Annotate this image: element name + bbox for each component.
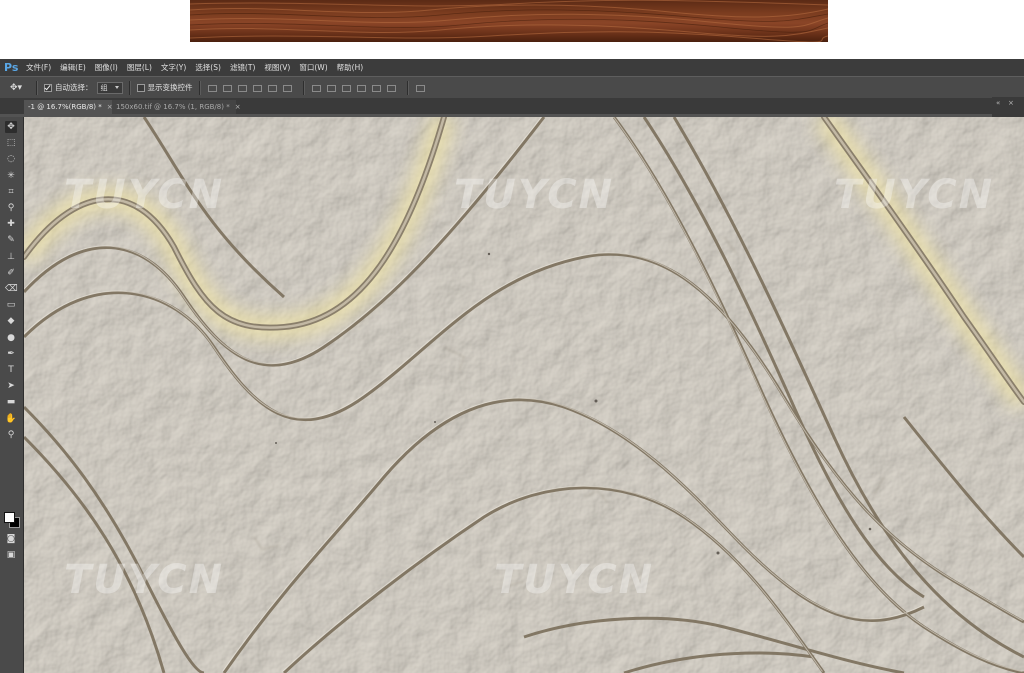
foreground-color-swatch[interactable]	[4, 512, 15, 523]
options-bar: ✥▾ 自动选择： 组 显示变换控件	[0, 76, 1024, 99]
auto-select-checkbox[interactable]	[44, 83, 52, 92]
align-right-edges-icon[interactable]	[282, 83, 292, 92]
show-transform-label: 显示变换控件	[147, 83, 193, 92]
auto-select-dropdown[interactable]: 组	[96, 81, 123, 94]
divider	[406, 80, 409, 95]
gradient-tool-icon[interactable]: ▭	[5, 299, 17, 311]
tab-label: 150x60.tif @ 16.7% (1, RGB/8) *	[116, 103, 230, 111]
photoshop-window: Ps 文件(F) 编辑(E) 图像(I) 图层(L) 文字(Y) 选择(S) 滤…	[0, 59, 1024, 673]
document-tab-bar: -1 @ 16.7%(RGB/8) * × 150x60.tif @ 16.7% …	[0, 98, 1024, 114]
document-canvas[interactable]: TUYCN TUYCN TUYCN TUYCN TUYCN	[24, 117, 1024, 673]
clone-stamp-tool-icon[interactable]: ⊥	[5, 251, 17, 263]
distribute-left-icon[interactable]	[356, 83, 366, 92]
menu-layer[interactable]: 图层(L)	[127, 62, 152, 73]
auto-select-label: 自动选择：	[55, 83, 93, 92]
auto-align-layers-icon[interactable]	[415, 83, 425, 92]
move-tool-icon[interactable]: ✥▾	[10, 83, 30, 93]
zoom-tool-icon[interactable]: ⚲	[5, 429, 17, 441]
align-vertical-centers-icon[interactable]	[222, 83, 232, 92]
tools-panel: ✥ ⬚ ◌ ✳ ⌗ ⚲ ✚ ✎ ⊥ ✐ ⌫ ▭ ◆ ● ✒ T ➤ ▬ ✋ ⚲ ◙ ▣	[0, 117, 24, 673]
pen-tool-icon[interactable]: ✒	[5, 348, 17, 360]
menu-help[interactable]: 帮助(H)	[337, 62, 364, 73]
menu-select[interactable]: 选择(S)	[195, 62, 221, 73]
eraser-tool-icon[interactable]: ⌫	[5, 283, 18, 295]
lasso-tool-icon[interactable]: ◌	[5, 153, 17, 165]
watermark: TUYCN	[494, 557, 655, 603]
divider	[198, 80, 201, 95]
watermark: TUYCN	[64, 557, 225, 603]
screen-mode-icon[interactable]: ▣	[5, 549, 17, 561]
close-icon[interactable]: ×	[1008, 99, 1014, 107]
menu-view[interactable]: 视图(V)	[264, 62, 290, 73]
menu-file[interactable]: 文件(F)	[26, 62, 51, 73]
menu-image[interactable]: 图像(I)	[95, 62, 118, 73]
menu-edit[interactable]: 编辑(E)	[60, 62, 86, 73]
path-selection-tool-icon[interactable]: ➤	[5, 380, 17, 392]
document-tab-active[interactable]: -1 @ 16.7%(RGB/8) * ×	[24, 100, 116, 114]
align-left-edges-icon[interactable]	[252, 83, 262, 92]
menu-filter[interactable]: 滤镜(T)	[230, 62, 255, 73]
menu-type[interactable]: 文字(Y)	[161, 62, 186, 73]
history-brush-tool-icon[interactable]: ✐	[5, 267, 17, 279]
menu-bar: Ps 文件(F) 编辑(E) 图像(I) 图层(L) 文字(Y) 选择(S) 滤…	[0, 59, 1024, 76]
quick-mask-icon[interactable]: ◙	[5, 533, 17, 545]
close-icon[interactable]: ×	[235, 103, 241, 111]
watermark: TUYCN	[834, 172, 995, 218]
tab-label: -1 @ 16.7%(RGB/8) *	[28, 103, 102, 111]
align-bottom-edges-icon[interactable]	[237, 83, 247, 92]
menu-window[interactable]: 窗口(W)	[299, 62, 327, 73]
type-tool-icon[interactable]: T	[5, 364, 17, 376]
dodge-tool-icon[interactable]: ●	[5, 332, 17, 344]
photoshop-logo: Ps	[4, 61, 19, 74]
distribute-bottom-icon[interactable]	[341, 83, 351, 92]
watermark: TUYCN	[454, 172, 615, 218]
brush-tool-icon[interactable]: ✎	[5, 234, 17, 246]
watermark: TUYCN	[64, 172, 225, 218]
wood-texture-preview	[190, 0, 828, 42]
blur-tool-icon[interactable]: ◆	[5, 315, 17, 327]
divider	[302, 80, 305, 95]
distribute-right-icon[interactable]	[386, 83, 396, 92]
divider	[128, 80, 131, 95]
shape-tool-icon[interactable]: ▬	[5, 396, 17, 408]
divider	[36, 80, 38, 95]
move-tool-icon[interactable]: ✥	[5, 121, 17, 133]
distribute-vcenter-icon[interactable]	[326, 83, 336, 92]
hand-tool-icon[interactable]: ✋	[5, 413, 17, 425]
show-transform-checkbox[interactable]	[136, 83, 145, 92]
eyedropper-tool-icon[interactable]: ⚲	[5, 202, 17, 214]
collapsed-panel-dock[interactable]: « ×	[992, 97, 1024, 117]
crop-tool-icon[interactable]: ⌗	[5, 186, 17, 198]
document-tab-150x60[interactable]: 150x60.tif @ 16.7% (1, RGB/8) * ×	[112, 100, 241, 114]
magic-wand-tool-icon[interactable]: ✳	[5, 170, 17, 182]
expand-panels-icon[interactable]: «	[996, 99, 1000, 107]
distribute-hcenter-icon[interactable]	[371, 83, 381, 92]
distribute-top-icon[interactable]	[311, 83, 321, 92]
align-top-edges-icon[interactable]	[207, 83, 217, 92]
marquee-tool-icon[interactable]: ⬚	[5, 137, 17, 149]
align-horizontal-centers-icon[interactable]	[267, 83, 277, 92]
healing-brush-tool-icon[interactable]: ✚	[5, 218, 17, 230]
